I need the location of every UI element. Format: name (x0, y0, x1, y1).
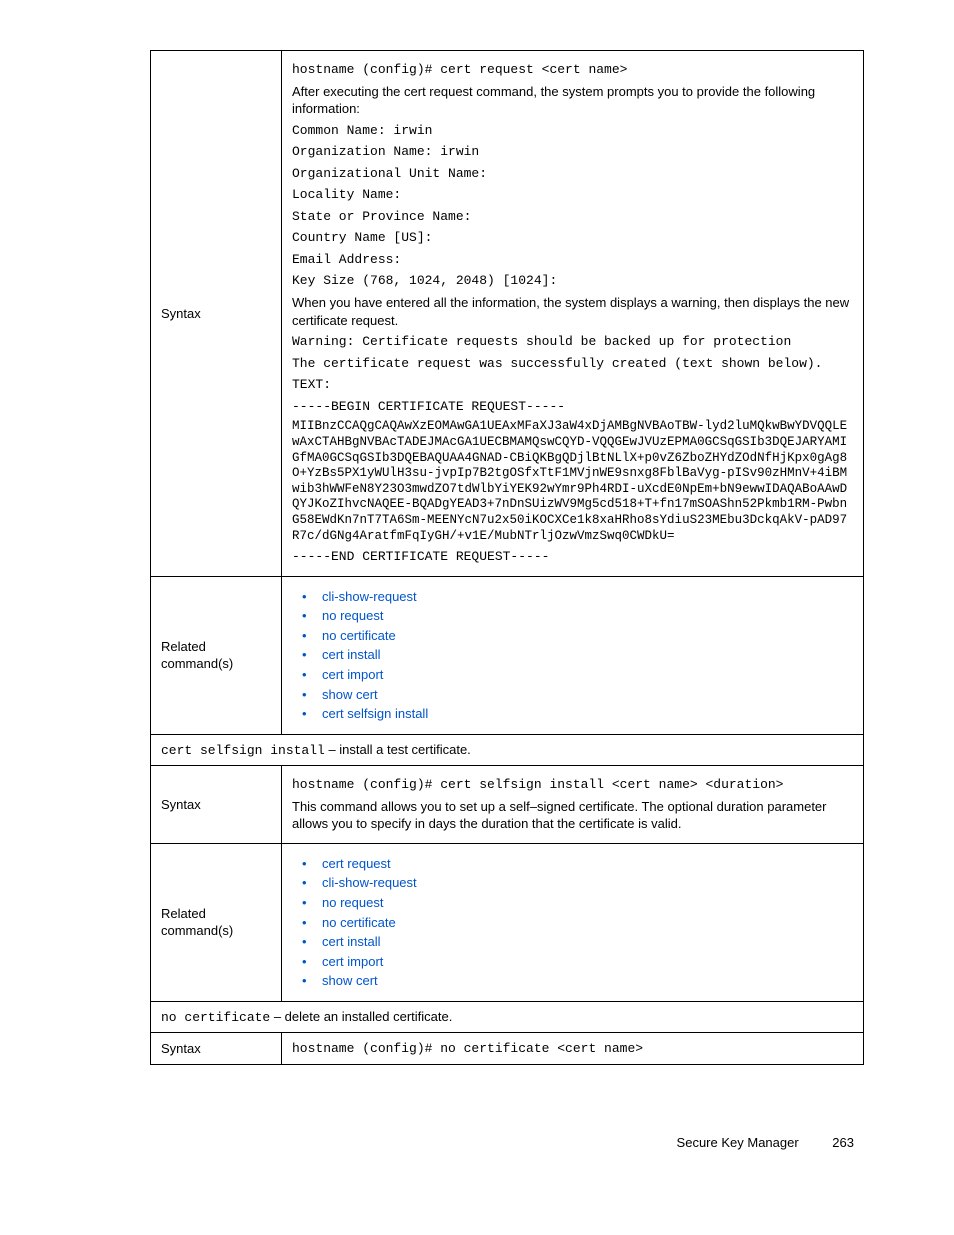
related-link[interactable]: cert import (314, 665, 853, 685)
section-cmd: no certificate (161, 1010, 270, 1025)
page-footer: Secure Key Manager 263 (150, 1135, 864, 1150)
footer-title: Secure Key Manager (677, 1135, 799, 1150)
related-link[interactable]: no request (314, 893, 853, 913)
cmd-cert-request: hostname (config)# cert request <cert na… (292, 61, 853, 79)
related-link[interactable]: cert selfsign install (314, 704, 853, 724)
row-syntax-content-3: hostname (config)# no certificate <cert … (282, 1033, 864, 1065)
section-cmd: cert selfsign install (161, 743, 325, 758)
row-syntax-label-3: Syntax (151, 1033, 282, 1065)
related-link[interactable]: no certificate (314, 913, 853, 933)
row-related-content-1: cli-show-request no request no certifica… (282, 576, 864, 734)
row-syntax-label: Syntax (151, 51, 282, 577)
related-link[interactable]: cert import (314, 952, 853, 972)
row-syntax-content-2: hostname (config)# cert selfsign install… (282, 766, 864, 844)
cmd-no-certificate: hostname (config)# no certificate <cert … (292, 1041, 643, 1056)
success-text: The certificate request was successfully… (292, 355, 853, 373)
section-no-certificate: no certificate – delete an installed cer… (151, 1001, 864, 1033)
row-related-label-1: Related command(s) (151, 576, 282, 734)
prompt-keysize: Key Size (768, 1024, 2048) [1024]: (292, 272, 853, 290)
related-link[interactable]: no certificate (314, 626, 853, 646)
related-link[interactable]: cert request (314, 854, 853, 874)
prompt-common-name: Common Name: irwin (292, 122, 853, 140)
row-related-label-2: Related command(s) (151, 843, 282, 1001)
prompt-ou-name: Organizational Unit Name: (292, 165, 853, 183)
text-label: TEXT: (292, 376, 853, 394)
desc-after-exec: After executing the cert request command… (292, 83, 853, 118)
warning-text: Warning: Certificate requests should be … (292, 333, 853, 351)
desc-warning: When you have entered all the informatio… (292, 294, 853, 329)
related-link[interactable]: cert install (314, 645, 853, 665)
prompt-state: State or Province Name: (292, 208, 853, 226)
cert-begin: -----BEGIN CERTIFICATE REQUEST----- (292, 398, 853, 416)
prompt-locality: Locality Name: (292, 186, 853, 204)
related-link[interactable]: cli-show-request (314, 873, 853, 893)
related-link[interactable]: show cert (314, 971, 853, 991)
cert-body: MIIBnzCCAQgCAQAwXzEOMAwGA1UEAxMFaXJ3aW4x… (292, 419, 853, 544)
related-link[interactable]: cert install (314, 932, 853, 952)
row-related-content-2: cert request cli-show-request no request… (282, 843, 864, 1001)
prompt-country: Country Name [US]: (292, 229, 853, 247)
desc-selfsign: This command allows you to set up a self… (292, 798, 853, 833)
section-desc: – delete an installed certificate. (270, 1009, 452, 1024)
page-number: 263 (832, 1135, 854, 1150)
reference-table: Syntax hostname (config)# cert request <… (150, 50, 864, 1065)
section-desc: – install a test certificate. (325, 742, 471, 757)
prompt-org-name: Organization Name: irwin (292, 143, 853, 161)
prompt-email: Email Address: (292, 251, 853, 269)
section-cert-selfsign: cert selfsign install – install a test c… (151, 734, 864, 766)
related-link[interactable]: show cert (314, 685, 853, 705)
row-syntax-label-2: Syntax (151, 766, 282, 844)
cert-end: -----END CERTIFICATE REQUEST----- (292, 548, 853, 566)
related-link[interactable]: cli-show-request (314, 587, 853, 607)
cmd-selfsign-install: hostname (config)# cert selfsign install… (292, 776, 853, 794)
related-link[interactable]: no request (314, 606, 853, 626)
row-syntax-content: hostname (config)# cert request <cert na… (282, 51, 864, 577)
